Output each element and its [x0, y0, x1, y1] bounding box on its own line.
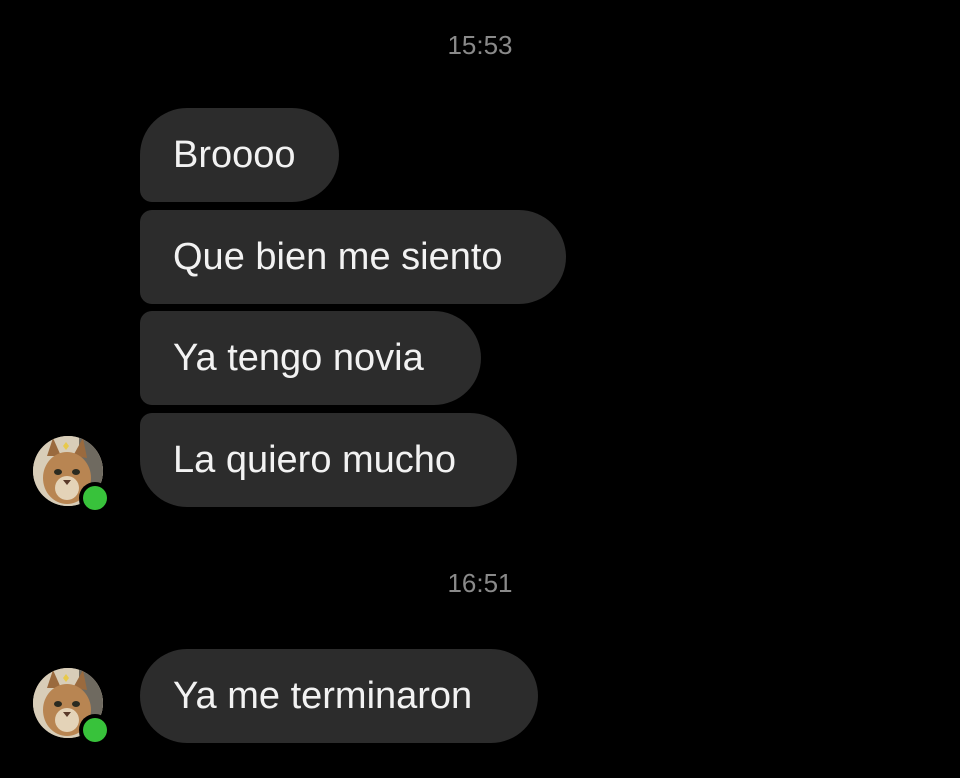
message-bubble[interactable]: Broooo	[140, 108, 339, 202]
message-bubble[interactable]: Que bien me siento	[140, 210, 566, 304]
online-status-icon	[83, 486, 107, 510]
contact-avatar[interactable]	[33, 668, 107, 742]
contact-avatar[interactable]	[33, 436, 107, 510]
online-status-icon	[83, 718, 107, 742]
timestamp: 15:53	[447, 30, 513, 60]
message-bubble[interactable]: Ya me terminaron	[140, 649, 538, 743]
timestamp: 16:51	[447, 568, 513, 598]
message-bubble[interactable]: La quiero mucho	[140, 413, 517, 507]
message-bubble[interactable]: Ya tengo novia	[140, 311, 481, 405]
